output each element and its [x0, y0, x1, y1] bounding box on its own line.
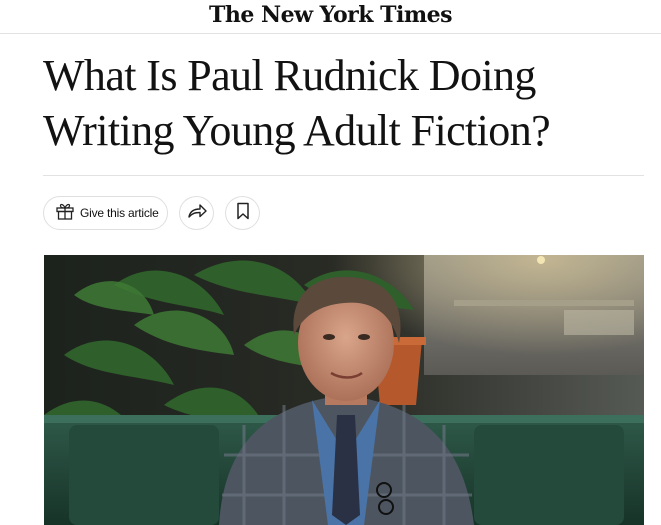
article-photo — [44, 255, 644, 525]
share-arrow-icon — [187, 203, 207, 224]
nyt-logo[interactable]: The New York Times — [209, 1, 453, 29]
save-button[interactable] — [225, 196, 260, 230]
give-article-button[interactable]: Give this article — [43, 196, 168, 230]
masthead: The New York Times — [0, 0, 661, 34]
gift-icon — [55, 202, 75, 225]
bookmark-icon — [236, 202, 250, 225]
portrait-image — [44, 255, 644, 525]
article-headline: What Is Paul Rudnick Doing Writing Young… — [43, 51, 551, 155]
headline-divider — [43, 175, 644, 176]
give-article-label: Give this article — [80, 206, 159, 220]
share-button[interactable] — [179, 196, 214, 230]
